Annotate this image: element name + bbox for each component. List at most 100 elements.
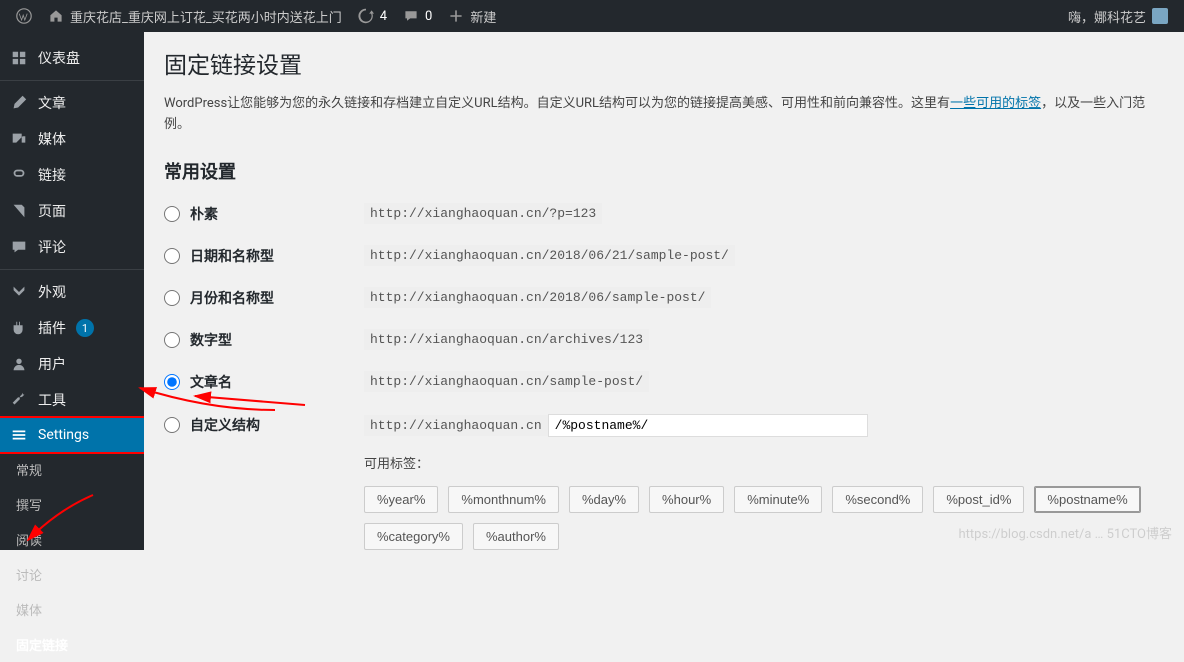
sidebar-subitem-阅读[interactable]: 阅读 — [0, 522, 144, 557]
structure-tag-minute[interactable]: %minute% — [734, 486, 822, 513]
permalink-example: http://xianghaoquan.cn/?p=123 — [364, 203, 602, 224]
plus-icon — [448, 8, 464, 24]
permalink-label: 自定义结构 — [190, 415, 260, 435]
sidebar-subitem-固定链接[interactable]: 固定链接 — [0, 627, 144, 662]
updates-count: 4 — [380, 9, 387, 24]
wordpress-icon — [16, 8, 32, 24]
permalink-radio-dayname[interactable] — [164, 248, 180, 264]
structure-tag-second[interactable]: %second% — [832, 486, 923, 513]
updates-icon — [358, 8, 374, 24]
permalink-option-custom: 自定义结构 http://xianghaoquan.cn — [164, 414, 1164, 437]
sidebar-item-外观[interactable]: 外观 — [0, 269, 144, 310]
page-description: WordPress让您能够为您的永久链接和存档建立自定义URL结构。自定义URL… — [164, 94, 1164, 136]
custom-structure-input[interactable] — [548, 414, 868, 437]
update-badge: 1 — [76, 319, 94, 337]
sidebar-item-label: 评论 — [38, 237, 66, 257]
sidebar-item-label: 用户 — [38, 354, 66, 374]
sidebar-subitem-撰写[interactable]: 撰写 — [0, 487, 144, 522]
sidebar-item-label: 页面 — [38, 201, 66, 221]
permalink-option-monname: 月份和名称型 http://xianghaoquan.cn/2018/06/sam… — [164, 288, 1164, 308]
account-greeting[interactable]: 嗨，娜科花艺 — [1060, 0, 1176, 32]
structure-tag-author[interactable]: %author% — [473, 523, 559, 550]
permalink-option-plain: 朴素 http://xianghaoquan.cn/?p=123 — [164, 204, 1164, 224]
sidebar-item-用户[interactable]: 用户 — [0, 346, 144, 382]
sidebar-item-label: 外观 — [38, 282, 66, 302]
comment-icon — [403, 8, 419, 24]
plugins-icon — [10, 319, 28, 337]
sidebar-item-label: Settings — [38, 427, 89, 443]
permalink-radio-postname[interactable] — [164, 374, 180, 390]
permalink-option-postname: 文章名 http://xianghaoquan.cn/sample-post/ — [164, 372, 1164, 392]
permalink-example: http://xianghaoquan.cn/2018/06/sample-po… — [364, 287, 711, 308]
wp-logo[interactable] — [8, 0, 40, 32]
settings-icon — [10, 426, 28, 444]
sidebar-item-label: 文章 — [38, 93, 66, 113]
dashboard-icon — [10, 49, 28, 67]
comments-link[interactable]: 0 — [395, 0, 440, 32]
permalink-radio-plain[interactable] — [164, 206, 180, 222]
sidebar-item-工具[interactable]: 工具 — [0, 382, 144, 418]
sidebar-item-文章[interactable]: 文章 — [0, 80, 144, 121]
links-icon — [10, 166, 28, 184]
permalink-example: http://xianghaoquan.cn/2018/06/21/sample… — [364, 245, 735, 266]
sidebar-subitem-常规[interactable]: 常规 — [0, 452, 144, 487]
structure-tag-category[interactable]: %category% — [364, 523, 463, 550]
structure-tag-year[interactable]: %year% — [364, 486, 438, 513]
sidebar-subitem-讨论[interactable]: 讨论 — [0, 557, 144, 592]
appearance-icon — [10, 283, 28, 301]
permalink-label: 月份和名称型 — [190, 288, 274, 308]
sidebar-item-链接[interactable]: 链接 — [0, 157, 144, 193]
section-title: 常用设置 — [164, 158, 1164, 184]
media-icon — [10, 130, 28, 148]
structure-tag-post_id[interactable]: %post_id% — [933, 486, 1024, 513]
permalink-label: 朴素 — [190, 204, 218, 224]
users-icon — [10, 355, 28, 373]
available-tags-label: 可用标签： — [364, 453, 1164, 472]
greeting-text: 嗨，娜科花艺 — [1068, 7, 1146, 26]
main-content: 固定链接设置 WordPress让您能够为您的永久链接和存档建立自定义URL结构… — [144, 32, 1184, 550]
structure-tag-monthnum[interactable]: %monthnum% — [448, 486, 559, 513]
structure-tag-day[interactable]: %day% — [569, 486, 639, 513]
tools-icon — [10, 391, 28, 409]
permalink-radio-numeric[interactable] — [164, 332, 180, 348]
pin-icon — [10, 94, 28, 112]
available-tags: %year% %monthnum% %day% %hour% %minute% %seco… — [364, 486, 1164, 550]
tags-help-link[interactable]: 一些可用的标签 — [950, 96, 1041, 111]
permalink-example: http://xianghaoquan.cn/sample-post/ — [364, 371, 649, 392]
permalink-label: 日期和名称型 — [190, 246, 274, 266]
avatar — [1152, 8, 1168, 24]
sidebar-item-页面[interactable]: 页面 — [0, 193, 144, 229]
permalink-radio-custom[interactable] — [164, 417, 180, 433]
site-home[interactable]: 重庆花店_重庆网上订花_买花两小时内送花上门 — [40, 0, 350, 32]
sidebar-item-媒体[interactable]: 媒体 — [0, 121, 144, 157]
sidebar-item-label: 媒体 — [38, 129, 66, 149]
sidebar-item-label: 链接 — [38, 165, 66, 185]
permalink-radio-monname[interactable] — [164, 290, 180, 306]
sidebar-item-settings[interactable]: Settings — [0, 418, 144, 452]
admin-sidebar: 仪表盘文章媒体链接页面评论外观插件1用户工具Settings 常规撰写阅读讨论媒… — [0, 32, 144, 550]
permalink-label: 数字型 — [190, 330, 232, 350]
comments-count: 0 — [425, 9, 432, 24]
custom-prefix: http://xianghaoquan.cn — [364, 415, 548, 436]
pages-icon — [10, 202, 28, 220]
new-content[interactable]: 新建 — [440, 0, 504, 32]
updates-link[interactable]: 4 — [350, 0, 395, 32]
structure-tag-postname[interactable]: %postname% — [1034, 486, 1140, 513]
sidebar-item-仪表盘[interactable]: 仪表盘 — [0, 40, 144, 76]
new-label: 新建 — [470, 7, 496, 26]
admin-bar: 重庆花店_重庆网上订花_买花两小时内送花上门 4 0 新建 嗨，娜科花艺 — [0, 0, 1184, 32]
permalink-option-numeric: 数字型 http://xianghaoquan.cn/archives/123 — [164, 330, 1164, 350]
permalink-example: http://xianghaoquan.cn/archives/123 — [364, 329, 649, 350]
comment-icon — [10, 238, 28, 256]
sidebar-item-label: 工具 — [38, 390, 66, 410]
home-icon — [48, 8, 64, 24]
site-title: 重庆花店_重庆网上订花_买花两小时内送花上门 — [70, 7, 342, 26]
sidebar-item-插件[interactable]: 插件 1 — [0, 310, 144, 346]
sidebar-item-label: 仪表盘 — [38, 48, 80, 68]
sidebar-item-评论[interactable]: 评论 — [0, 229, 144, 265]
sidebar-item-label: 插件 — [38, 318, 66, 338]
page-title: 固定链接设置 — [164, 46, 1164, 80]
permalink-label: 文章名 — [190, 372, 232, 392]
structure-tag-hour[interactable]: %hour% — [649, 486, 724, 513]
sidebar-subitem-媒体[interactable]: 媒体 — [0, 592, 144, 627]
